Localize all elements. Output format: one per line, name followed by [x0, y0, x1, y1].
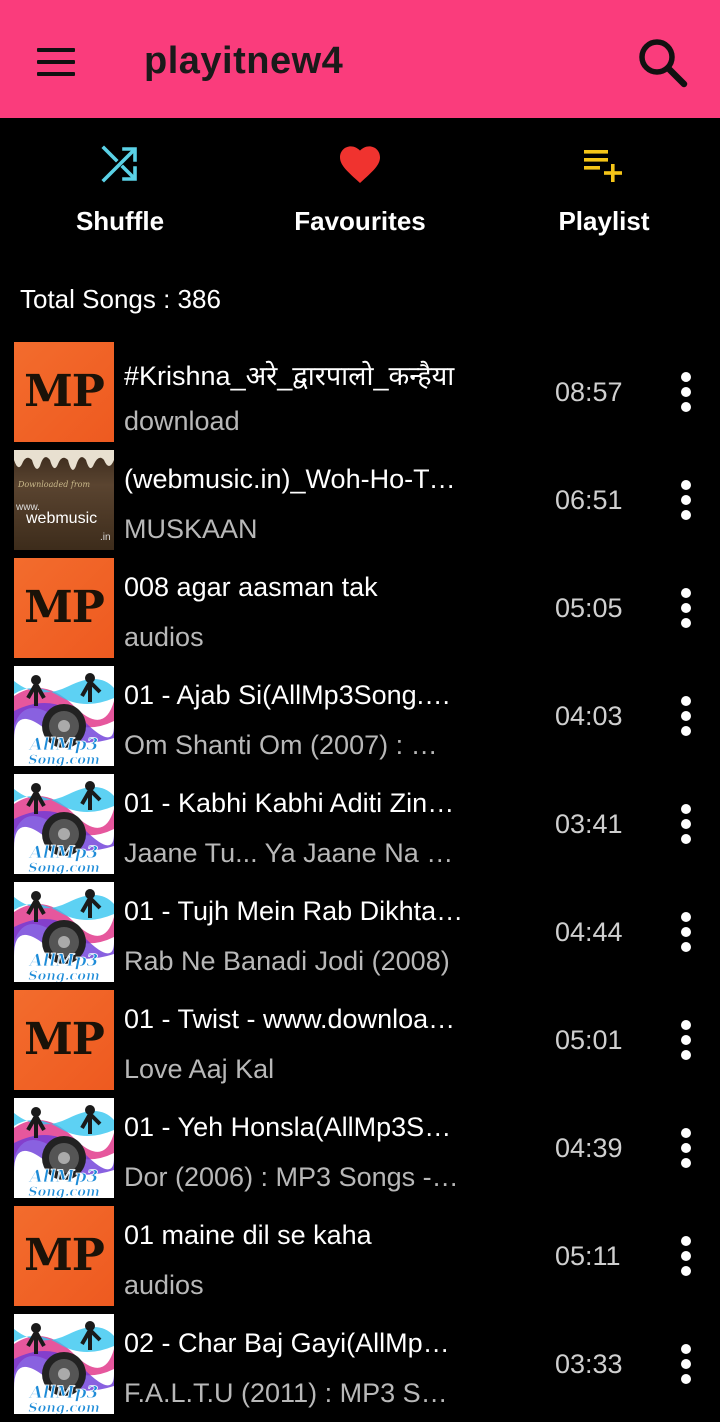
hamburger-menu-icon[interactable]: [28, 40, 84, 84]
song-duration: 06:51: [555, 485, 623, 515]
song-row[interactable]: Downloaded from www. webmusic .in (webmusic.…: [0, 450, 720, 558]
song-duration: 05:05: [555, 593, 623, 623]
album-art: MP: [14, 558, 114, 658]
song-title: 008 agar aasman tak: [124, 572, 378, 602]
song-duration: 03:33: [555, 1349, 623, 1379]
svg-text:AllMp3: AllMp3: [28, 735, 99, 755]
shuffle-button[interactable]: Shuffle: [0, 118, 240, 268]
song-title: 01 - Ajab Si(AllMp3Song.com): [124, 680, 464, 710]
song-duration: 04:39: [555, 1133, 623, 1163]
search-icon[interactable]: [632, 32, 692, 92]
song-duration: 04:44: [555, 917, 623, 947]
song-album: F.A.L.T.U (2011) : MP3 Songs: [124, 1378, 460, 1408]
song-row[interactable]: MP 008 agar aasman tak audios 05:05: [0, 558, 720, 666]
app-bar: playitnew4: [0, 0, 720, 118]
album-art: AllMp3 Song.com: [14, 882, 114, 982]
more-options-icon[interactable]: [670, 474, 702, 526]
more-options-icon[interactable]: [670, 798, 702, 850]
playlist-add-icon: [584, 150, 622, 182]
svg-text:Song.com: Song.com: [28, 1185, 99, 1198]
more-options-icon[interactable]: [670, 906, 702, 958]
album-art: MP: [14, 1206, 114, 1306]
song-duration: 04:03: [555, 701, 623, 731]
favourites-label: Favourites: [294, 206, 426, 236]
song-title: (webmusic.in)_Woh-Ho-Tum: [124, 464, 464, 494]
total-songs-count: Total Songs : 386: [20, 284, 221, 314]
album-art: MP: [14, 990, 114, 1090]
song-album: audios: [124, 622, 204, 652]
song-album: Rab Ne Banadi Jodi (2008): [124, 946, 450, 976]
song-duration: 05:11: [555, 1241, 621, 1271]
song-duration: 03:41: [555, 809, 623, 839]
song-title: 01 - Twist - www.downloadming: [124, 1004, 464, 1034]
playlist-label: Playlist: [558, 206, 650, 236]
svg-text:Song.com: Song.com: [28, 969, 99, 982]
song-album: Jaane Tu... Ya Jaane Na (2008): [124, 838, 460, 868]
song-duration: 08:57: [555, 377, 623, 407]
favourites-button[interactable]: Favourites: [240, 118, 480, 268]
song-title: 01 - Tujh Mein Rab Dikhta Hai: [124, 896, 464, 926]
more-options-icon[interactable]: [670, 366, 702, 418]
more-options-icon[interactable]: [670, 1230, 702, 1282]
song-title: 01 maine dil se kaha: [124, 1220, 372, 1250]
svg-text:Song.com: Song.com: [28, 1401, 99, 1414]
song-album: Dor (2006) : MP3 Songs - AllMp3: [124, 1162, 460, 1192]
song-list: MP #Krishna_अरे_द्वारपालो_कन्हैया download…: [0, 342, 720, 1422]
svg-text:AllMp3: AllMp3: [28, 951, 99, 971]
album-art: Downloaded from www. webmusic .in: [14, 450, 114, 550]
song-row[interactable]: AllMp3 Song.com 01 - Kabhi Kabhi Aditi Zin…: [0, 774, 720, 882]
more-options-icon[interactable]: [670, 1122, 702, 1174]
song-title: 01 - Yeh Honsla(AllMp3Song.com): [124, 1112, 464, 1142]
song-row[interactable]: AllMp3Song.com 01 - Yeh Honsla(AllMp3Song…: [0, 1098, 720, 1206]
svg-text:Song.com: Song.com: [28, 753, 99, 766]
album-art: AllMp3 Song.com: [14, 774, 114, 874]
song-title: #Krishna_अरे_द्वारपालो_कन्हैया: [124, 361, 455, 391]
action-bar: Shuffle Favourites Playlist: [0, 118, 720, 278]
song-album: MUSKAAN: [124, 514, 258, 544]
svg-text:Song.com: Song.com: [28, 861, 99, 874]
song-album: audios: [124, 1270, 204, 1300]
more-options-icon[interactable]: [670, 582, 702, 634]
album-art: AllMp3 Song.com: [14, 666, 114, 766]
song-row[interactable]: AllMp3 Song.com 01 - Ajab Si(AllMp3Song.co…: [0, 666, 720, 774]
song-row[interactable]: AllMp3 Song.com 01 - Tujh Mein Rab Dikhta …: [0, 882, 720, 990]
playlist-button[interactable]: Playlist: [484, 118, 720, 268]
app-title: playitnew4: [144, 40, 344, 82]
album-art: MP: [14, 342, 114, 442]
svg-text:AllMp3: AllMp3: [28, 843, 99, 863]
song-album: download: [124, 406, 240, 436]
shuffle-label: Shuffle: [75, 206, 165, 236]
album-art: AllMp3 Song.com: [14, 1098, 114, 1198]
svg-text:AllMp3: AllMp3: [28, 1383, 99, 1403]
song-album: Om Shanti Om (2007) : MP3 Songs: [124, 730, 460, 760]
song-album: Love Aaj Kal: [124, 1054, 275, 1084]
song-row[interactable]: MP 01 maine dil se kaha audios 05:11: [0, 1206, 720, 1314]
album-art: AllMp3 Song.com: [14, 1314, 114, 1414]
song-row[interactable]: MP 01 - Twist - www.downloadming Love Aaj …: [0, 990, 720, 1098]
song-row[interactable]: MP #Krishna_अरे_द्वारपालो_कन्हैया download…: [0, 342, 720, 450]
song-title: 01 - Kabhi Kabhi Aditi Zindagi: [124, 788, 464, 818]
song-title: 02 - Char Baj Gayi(AllMp3Song.com): [124, 1328, 464, 1358]
song-duration: 05:01: [555, 1025, 623, 1055]
more-options-icon[interactable]: [670, 690, 702, 742]
more-options-icon[interactable]: [670, 1014, 702, 1066]
svg-text:AllMp3: AllMp3: [28, 1167, 99, 1187]
heart-icon: [340, 146, 380, 183]
song-row[interactable]: AllMp3 Song.com 02 - Char Baj Gayi(AllMp3S…: [0, 1314, 720, 1422]
more-options-icon[interactable]: [670, 1338, 702, 1390]
shuffle-icon: [101, 145, 137, 183]
